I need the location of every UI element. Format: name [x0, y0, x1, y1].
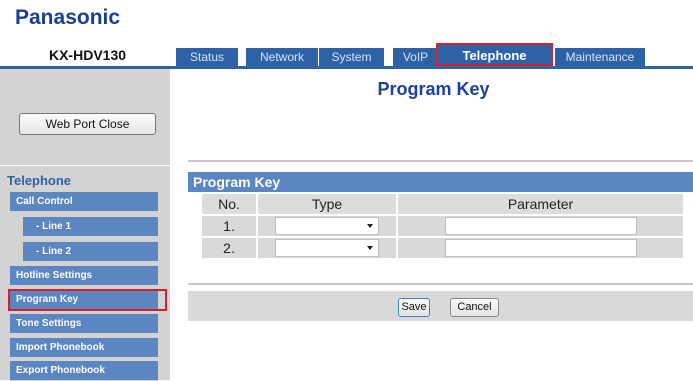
tab-system[interactable]: System: [319, 48, 384, 66]
sidebar-item-hotline-settings[interactable]: Hotline Settings: [10, 266, 158, 286]
dropdown-arrow-icon: [367, 246, 373, 250]
sidebar-item-import-phonebook[interactable]: Import Phonebook: [10, 338, 158, 358]
program-key-table-container: No. Type Parameter 1. 2.: [188, 192, 693, 260]
sidebar-item-line-1[interactable]: - Line 1: [23, 217, 158, 237]
panasonic-logo: Panasonic: [15, 6, 121, 29]
sidebar-divider: [0, 165, 170, 166]
button-bar: Save Cancel: [188, 291, 693, 321]
dropdown-arrow-icon: [367, 224, 373, 228]
divider: [188, 283, 693, 285]
sidebar-item-line-2[interactable]: - Line 2: [23, 242, 158, 262]
type-cell: [258, 238, 396, 258]
sidebar-item-tone-settings[interactable]: Tone Settings: [10, 314, 158, 334]
program-key-table: No. Type Parameter 1. 2.: [200, 192, 685, 260]
table-header-row: No. Type Parameter: [202, 194, 683, 214]
sidebar-item-export-phonebook[interactable]: Export Phonebook: [10, 361, 158, 381]
parameter-input-1[interactable]: [444, 217, 637, 235]
tab-status[interactable]: Status: [176, 48, 238, 66]
tab-voip[interactable]: VoIP: [393, 48, 438, 66]
web-port-close-button[interactable]: Web Port Close: [19, 113, 156, 135]
parameter-cell: [398, 216, 683, 236]
program-key-highlight: [8, 289, 167, 311]
parameter-cell: [398, 238, 683, 258]
column-header-parameter: Parameter: [398, 194, 683, 214]
sidebar-item-call-control[interactable]: Call Control: [10, 192, 158, 212]
page-title: Program Key: [377, 79, 490, 99]
tab-network[interactable]: Network: [246, 48, 318, 66]
column-header-no: No.: [202, 194, 256, 214]
row-number: 2.: [202, 238, 256, 258]
telephone-tab-highlight: [436, 43, 553, 66]
table-row: 1.: [202, 216, 683, 236]
row-number: 1.: [202, 216, 256, 236]
cancel-button[interactable]: Cancel: [450, 298, 499, 317]
table-row: 2.: [202, 238, 683, 258]
type-cell: [258, 216, 396, 236]
tab-maintenance[interactable]: Maintenance: [555, 48, 645, 66]
main-tab-bar: Status Network System VoIP Telephone Mai…: [174, 45, 693, 66]
type-select-2[interactable]: [275, 239, 379, 257]
sidebar-section-title: Telephone: [7, 173, 72, 188]
type-select-1[interactable]: [275, 217, 379, 235]
model-name: KX-HDV130: [48, 47, 127, 63]
section-header: Program Key: [188, 172, 693, 192]
parameter-input-2[interactable]: [444, 239, 637, 257]
divider: [188, 160, 693, 162]
save-button[interactable]: Save: [398, 298, 430, 317]
column-header-type: Type: [258, 194, 396, 214]
